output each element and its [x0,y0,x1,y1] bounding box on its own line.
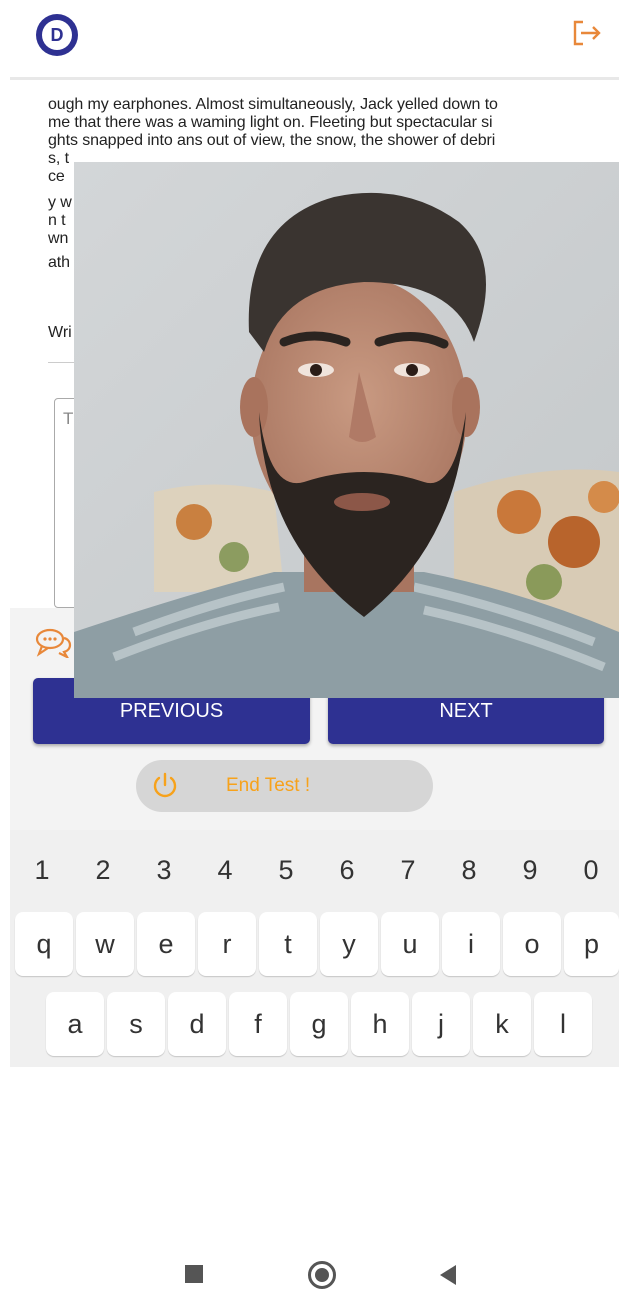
app-header: D [0,0,619,78]
answer-placeholder: T [63,409,74,428]
key-s[interactable]: s [107,992,165,1056]
keyboard-number-row: 1 2 3 4 5 6 7 8 9 0 [10,840,619,900]
key-a[interactable]: a [46,992,104,1056]
logo-letter: D [42,20,72,50]
key-i[interactable]: i [442,912,500,976]
key-l[interactable]: l [534,992,592,1056]
end-test-button[interactable]: End Test ! [136,760,433,812]
back-icon[interactable] [440,1265,456,1285]
key-y[interactable]: y [320,912,378,976]
passage-line: ghts snapped into ans out of view, the s… [48,132,496,149]
key-q[interactable]: q [15,912,73,976]
logout-icon[interactable] [569,16,603,50]
key-u[interactable]: u [381,912,439,976]
key-r[interactable]: r [198,912,256,976]
passage-line: me that there was a waming light on. Fle… [48,114,493,131]
key-g[interactable]: g [290,992,348,1056]
key-9[interactable]: 9 [500,840,560,900]
home-icon[interactable] [308,1261,336,1289]
key-7[interactable]: 7 [378,840,438,900]
key-4[interactable]: 4 [195,840,255,900]
system-nav-bar [0,1245,619,1289]
key-t[interactable]: t [259,912,317,976]
key-k[interactable]: k [473,992,531,1056]
key-8[interactable]: 8 [439,840,499,900]
key-0[interactable]: 0 [561,840,619,900]
key-5[interactable]: 5 [256,840,316,900]
passage-line: ough my earphones. Almost simultaneously… [48,96,498,113]
key-3[interactable]: 3 [134,840,194,900]
key-h[interactable]: h [351,992,409,1056]
reading-passage: ough my earphones. Almost simultaneously… [48,96,603,271]
camera-feed-image [74,162,619,698]
key-e[interactable]: e [137,912,195,976]
chat-icon[interactable] [34,626,74,658]
recent-apps-icon[interactable] [185,1265,203,1283]
key-f[interactable]: f [229,992,287,1056]
key-o[interactable]: o [503,912,561,976]
power-icon [153,772,177,798]
key-p[interactable]: p [564,912,619,976]
key-j[interactable]: j [412,992,470,1056]
header-divider [10,77,619,80]
end-test-label: End Test ! [226,775,311,796]
key-2[interactable]: 2 [73,840,133,900]
key-1[interactable]: 1 [12,840,72,900]
on-screen-keyboard: 1 2 3 4 5 6 7 8 9 0 q w e r t y u i o p … [10,830,619,1067]
key-6[interactable]: 6 [317,840,377,900]
key-w[interactable]: w [76,912,134,976]
key-d[interactable]: d [168,992,226,1056]
camera-preview [74,162,619,698]
app-logo: D [36,14,78,56]
